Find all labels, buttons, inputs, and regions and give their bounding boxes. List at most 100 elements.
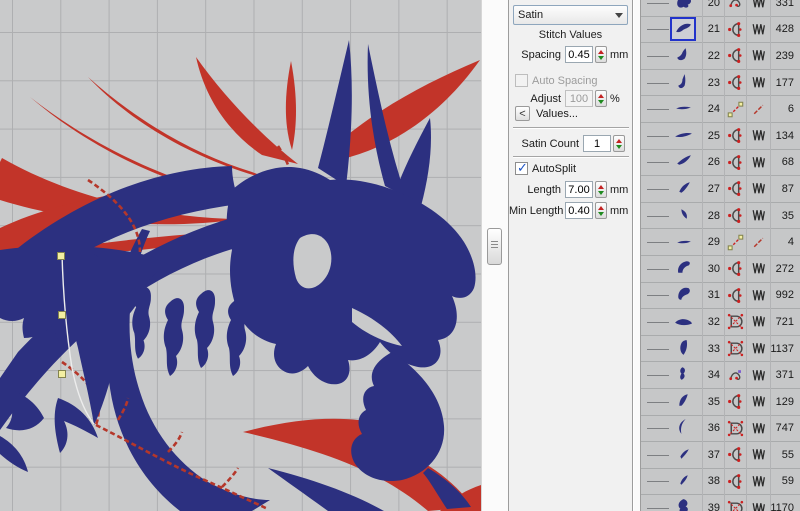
object-list-row[interactable]: 30 272 — [641, 256, 800, 283]
object-list-row[interactable]: 20 331 — [641, 0, 800, 17]
object-thumbnail[interactable] — [670, 150, 696, 174]
object-thumbnail[interactable] — [670, 0, 696, 15]
object-thumbnail[interactable] — [670, 496, 696, 511]
spin-down-icon[interactable] — [598, 212, 604, 216]
object-thumbnail[interactable] — [670, 469, 696, 493]
object-thumbnail[interactable] — [670, 390, 696, 414]
spacing-row: Spacing mm — [509, 46, 634, 63]
object-thumbnail[interactable] — [670, 71, 696, 95]
object-list-row[interactable]: 36 747 — [641, 416, 800, 443]
spin-up-icon[interactable] — [598, 185, 604, 189]
splitter-grip-button[interactable] — [487, 228, 502, 265]
leader-line — [647, 295, 669, 296]
spin-down-icon[interactable] — [616, 145, 622, 149]
object-list-row[interactable]: 32 721 — [641, 309, 800, 336]
min-length-input[interactable] — [565, 202, 593, 219]
leader-line — [647, 189, 669, 190]
stitch-count: 55 — [770, 442, 800, 468]
adjust-input[interactable] — [565, 90, 593, 107]
fill-icon — [724, 495, 746, 511]
object-list-row[interactable]: 34 371 — [641, 362, 800, 389]
leader-line — [647, 29, 669, 30]
leader-line — [647, 375, 669, 376]
running-stitch-icon — [746, 229, 770, 255]
satin-count-spinner[interactable] — [613, 135, 625, 152]
spacing-spinner[interactable] — [595, 46, 607, 63]
min-length-row: Min Length mm — [509, 202, 634, 219]
object-list-row[interactable]: 22 239 — [641, 43, 800, 70]
values-label: Values... — [536, 108, 578, 120]
column-icon — [724, 176, 746, 202]
object-list-row[interactable]: 28 35 — [641, 203, 800, 230]
nodes-icon — [724, 0, 746, 16]
stitch-count: 1137 — [770, 336, 800, 362]
object-list-row[interactable]: 26 68 — [641, 150, 800, 177]
satin-zigzag-icon — [746, 495, 770, 511]
spacing-input[interactable] — [565, 46, 593, 63]
spin-up-icon[interactable] — [598, 206, 604, 210]
stitch-type-dropdown[interactable]: Satin — [513, 5, 628, 25]
object-list-row[interactable]: 31 992 — [641, 283, 800, 310]
length-input[interactable] — [565, 181, 593, 198]
object-thumbnail[interactable] — [670, 124, 696, 148]
object-list-row[interactable]: 25 134 — [641, 123, 800, 150]
column-icon — [724, 283, 746, 309]
object-thumbnail[interactable] — [670, 310, 696, 334]
spin-up-icon[interactable] — [616, 139, 622, 143]
satin-count-label: Satin Count — [509, 138, 583, 150]
hook-shape-icon — [673, 71, 694, 95]
spin-up-icon[interactable] — [598, 94, 604, 98]
length-row: Length mm — [509, 181, 634, 198]
object-list-row[interactable]: 29 4 — [641, 229, 800, 256]
object-list-row[interactable]: 33 1137 — [641, 336, 800, 363]
adjust-spinner[interactable] — [595, 90, 607, 107]
values-row: < Values... — [515, 106, 578, 121]
divider — [513, 156, 629, 158]
values-expand-button[interactable]: < — [515, 106, 530, 121]
object-thumbnail[interactable] — [670, 44, 696, 68]
object-number: 26 — [702, 150, 724, 176]
object-thumbnail[interactable] — [670, 337, 696, 361]
length-spinner[interactable] — [595, 181, 607, 198]
satin-zigzag-icon — [746, 442, 770, 468]
auto-spacing-checkbox[interactable]: Auto Spacing — [515, 74, 597, 87]
object-list-row[interactable]: 37 55 — [641, 442, 800, 469]
object-list-row[interactable]: 39 1170 — [641, 495, 800, 511]
checkbox-unchecked-icon[interactable] — [515, 74, 528, 87]
satin-zigzag-icon — [746, 362, 770, 388]
checkbox-checked-icon[interactable] — [515, 162, 528, 175]
object-list-row[interactable]: 35 129 — [641, 389, 800, 416]
object-thumbnail[interactable] — [670, 17, 696, 41]
autosplit-checkbox[interactable]: AutoSplit — [515, 162, 576, 175]
object-thumbnail[interactable] — [670, 177, 696, 201]
leader-line — [647, 349, 669, 350]
spin-up-icon[interactable] — [598, 50, 604, 54]
object-thumbnail[interactable] — [670, 363, 696, 387]
min-length-spinner[interactable] — [595, 202, 607, 219]
spin-down-icon[interactable] — [598, 56, 604, 60]
object-thumbnail[interactable] — [670, 443, 696, 467]
object-number: 38 — [702, 469, 724, 495]
leader-line — [647, 322, 669, 323]
panel-splitter[interactable] — [481, 0, 508, 511]
object-thumbnail[interactable] — [670, 97, 696, 121]
satin-zigzag-icon — [746, 176, 770, 202]
object-thumbnail[interactable] — [670, 230, 696, 254]
satin-zigzag-icon — [746, 336, 770, 362]
object-thumbnail[interactable] — [670, 204, 696, 228]
object-thumbnail[interactable] — [670, 416, 696, 440]
spin-down-icon[interactable] — [598, 191, 604, 195]
spin-down-icon[interactable] — [598, 100, 604, 104]
fill-icon — [724, 416, 746, 442]
length-label: Length — [509, 184, 565, 196]
object-list-row[interactable]: 38 59 — [641, 469, 800, 496]
satin-count-input[interactable] — [583, 135, 611, 152]
object-list-row[interactable]: 27 87 — [641, 176, 800, 203]
object-list-row[interactable]: 24 6 — [641, 96, 800, 123]
object-thumbnail[interactable] — [670, 283, 696, 307]
design-canvas[interactable] — [0, 0, 481, 511]
object-list-row[interactable]: 23 177 — [641, 70, 800, 97]
object-list-row-selected[interactable]: 21 428 — [641, 17, 800, 44]
spike-shape-icon — [673, 337, 694, 361]
object-thumbnail[interactable] — [670, 257, 696, 281]
